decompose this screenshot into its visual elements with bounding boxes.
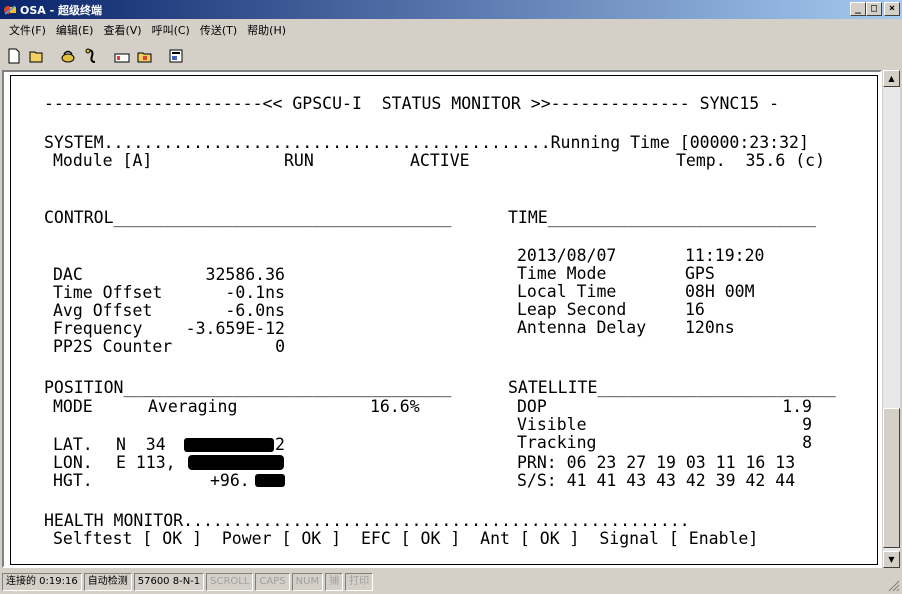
port-params: 57600 8-N-1 <box>133 573 205 591</box>
time-value-local: 08H 00M <box>685 282 755 301</box>
sat-prn: PRN: 06 23 27 19 03 11 16 13 <box>517 453 796 472</box>
capture-indicator: 捕 <box>325 573 344 591</box>
menu-transfer[interactable]: 传送(T) <box>195 22 242 38</box>
hgt-label: HGT. <box>53 471 93 490</box>
time-value-leap: 16 <box>685 300 705 319</box>
hgt-prefix: +96. <box>210 471 250 490</box>
minimize-button[interactable]: _ <box>850 2 866 16</box>
control-label-dac: DAC <box>53 265 83 284</box>
sat-label-tracking: Tracking <box>517 433 597 452</box>
control-value-frequency: -3.659E-12 <box>185 319 285 338</box>
lat-redaction <box>184 438 274 452</box>
disconnect-icon <box>85 48 96 63</box>
position-heading: POSITION________________________________… <box>44 378 452 397</box>
time-value-antenna: 120ns <box>685 318 735 337</box>
control-label-avg-offset: Avg Offset <box>53 301 153 320</box>
send-button[interactable] <box>111 46 133 66</box>
menu-call[interactable]: 呼叫(C) <box>147 22 195 38</box>
print-indicator: 打印 <box>345 573 374 591</box>
mode-percent: 16.6% <box>370 397 420 416</box>
lat-suffix: 2 <box>275 435 285 454</box>
run-status: RUN <box>284 151 314 170</box>
sat-value-visible: 9 <box>802 415 812 434</box>
menu-view[interactable]: 查看(V) <box>98 22 146 38</box>
disconnect-button[interactable] <box>80 46 102 66</box>
send-icon <box>114 53 130 63</box>
control-value-dac: 32586.36 <box>205 265 285 284</box>
time-label-local: Local Time <box>517 282 617 301</box>
hyperterminal-icon <box>4 4 16 15</box>
hgt-redaction <box>255 474 285 487</box>
satellite-heading: SATELLITE________________________ <box>508 378 836 397</box>
health-status-line: Selftest [ OK ] Power [ OK ] EFC [ OK ] … <box>53 529 759 548</box>
lon-redaction <box>188 455 284 470</box>
menu-help[interactable]: 帮助(H) <box>242 22 291 38</box>
lat-prefix: N 34 <box>116 435 166 454</box>
menu-edit[interactable]: 编辑(E) <box>51 22 99 38</box>
caps-indicator: CAPS <box>255 573 290 591</box>
control-value-avg-offset: -6.0ns <box>225 301 285 320</box>
sat-label-dop: DOP <box>517 397 547 416</box>
time-label-date: 2013/08/07 <box>517 246 617 265</box>
system-line: SYSTEM..................................… <box>44 133 809 152</box>
mode-label: MODE <box>53 397 93 416</box>
resize-grip-icon[interactable] <box>888 580 900 592</box>
control-value-pp2s: 0 <box>275 337 285 356</box>
open-icon <box>29 51 43 63</box>
vertical-scrollbar[interactable]: ▲ ▼ <box>882 70 900 568</box>
menu-file[interactable]: 文件(F) <box>4 22 51 38</box>
properties-button[interactable] <box>165 46 187 66</box>
receive-icon <box>137 52 152 63</box>
hyperterminal-window: OSA - 超级终端 _ □ × 文件(F) 编辑(E) 查看(V) 呼叫(C)… <box>0 0 902 594</box>
active-status: ACTIVE <box>410 151 470 170</box>
scroll-thumb[interactable] <box>883 408 900 548</box>
sat-signal-strength: S/S: 41 41 43 43 42 39 42 44 <box>517 471 796 490</box>
sat-value-tracking: 8 <box>802 433 812 452</box>
new-button[interactable] <box>3 46 25 66</box>
connect-icon <box>61 50 75 63</box>
receive-button[interactable] <box>134 46 156 66</box>
control-value-time-offset: -0.1ns <box>225 283 285 302</box>
lon-label: LON. <box>53 453 93 472</box>
control-heading: CONTROL_________________________________… <box>44 208 452 227</box>
sat-label-visible: Visible <box>517 415 587 434</box>
num-indicator: NUM <box>291 573 324 591</box>
auto-detect: 自动检测 <box>83 573 132 591</box>
time-label-leap: Leap Second <box>517 300 627 319</box>
title-bar[interactable]: OSA - 超级终端 _ □ × <box>0 0 902 19</box>
scroll-up-button[interactable]: ▲ <box>883 70 900 87</box>
connection-time: 连接的 0:19:16 <box>2 573 82 591</box>
maximize-button[interactable]: □ <box>866 2 882 16</box>
time-label-mode: Time Mode <box>517 264 607 283</box>
toolbar <box>0 44 188 68</box>
temperature: Temp. 35.6 (c) <box>676 151 826 170</box>
open-button[interactable] <box>26 46 48 66</box>
control-label-frequency: Frequency <box>53 319 143 338</box>
time-heading: TIME___________________________ <box>508 208 816 227</box>
new-icon <box>8 48 20 64</box>
sat-value-dop: 1.9 <box>782 397 812 416</box>
scroll-indicator: SCROLL <box>206 573 254 591</box>
control-label-pp2s: PP2S Counter <box>53 337 173 356</box>
status-bar: 连接的 0:19:16 自动检测 57600 8-N-1 SCROLL CAPS… <box>0 570 902 594</box>
connect-button[interactable] <box>57 46 79 66</box>
time-value-clock: 11:19:20 <box>685 246 765 265</box>
mode-value: Averaging <box>148 397 238 416</box>
window-title: OSA - 超级终端 <box>20 3 103 17</box>
close-button[interactable]: × <box>884 2 900 16</box>
menu-bar: 文件(F) 编辑(E) 查看(V) 呼叫(C) 传送(T) 帮助(H) <box>0 20 902 40</box>
module-label: Module [A] <box>53 151 153 170</box>
properties-icon <box>169 49 183 63</box>
lon-prefix: E 113, <box>116 453 176 472</box>
window-controls: _ □ × <box>850 2 900 16</box>
lat-label: LAT. <box>53 435 93 454</box>
time-value-mode: GPS <box>685 264 715 283</box>
health-heading: HEALTH MONITOR..........................… <box>44 511 690 530</box>
time-label-antenna: Antenna Delay <box>517 318 647 337</box>
status-monitor-header: ----------------------<< GPSCU-I STATUS … <box>44 94 780 113</box>
scroll-down-button[interactable]: ▼ <box>883 551 900 568</box>
control-label-time-offset: Time Offset <box>53 283 163 302</box>
